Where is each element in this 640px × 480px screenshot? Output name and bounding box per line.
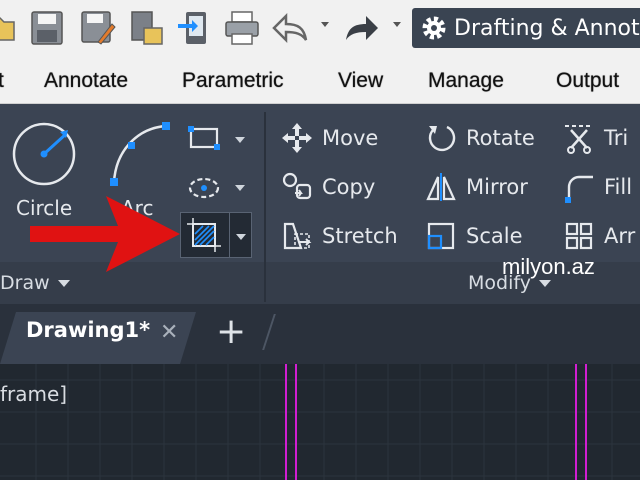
rectangle-icon <box>188 126 220 150</box>
ellipse-tool[interactable] <box>186 168 222 204</box>
circle-icon[interactable] <box>10 120 78 188</box>
array-icon <box>562 219 596 253</box>
scale-label: Scale <box>466 224 523 248</box>
move-icon <box>280 121 314 155</box>
draw-panel-footer[interactable]: Draw <box>0 272 70 294</box>
gear-icon <box>422 16 446 40</box>
rectangle-dropdown-icon[interactable] <box>235 137 245 143</box>
copy-icon <box>280 170 314 204</box>
ellipse-icon <box>188 177 220 199</box>
fillet-button[interactable]: Fill <box>562 167 632 207</box>
copy-button[interactable]: Copy <box>280 167 375 207</box>
rectangle-tool[interactable] <box>186 120 222 156</box>
modify-expand-icon <box>538 280 551 287</box>
watermark: milyon.az <box>502 254 595 279</box>
red-arrow-icon <box>30 196 180 272</box>
hatch-dropdown-icon[interactable] <box>236 234 246 240</box>
arc-icon[interactable] <box>108 120 174 186</box>
tab-annotate[interactable]: Annotate <box>44 69 128 93</box>
new-drawing-icon[interactable]: + <box>216 312 246 352</box>
fillet-label: Fill <box>604 175 633 199</box>
move-label: Move <box>322 126 379 150</box>
redo-icon[interactable] <box>344 10 380 50</box>
close-tab-icon[interactable]: ✕ <box>160 320 178 345</box>
mirror-icon <box>424 170 458 204</box>
draw-panel-label: Draw <box>0 272 50 294</box>
ellipse-dropdown-icon[interactable] <box>235 185 245 191</box>
copy-label: Copy <box>322 175 376 199</box>
trim-label: Tri <box>604 126 629 150</box>
tab-parametric[interactable]: Parametric <box>182 69 284 93</box>
rotate-button[interactable]: Rotate <box>424 118 535 158</box>
draw-expand-icon <box>57 280 70 287</box>
viewport-label[interactable]: frame] <box>0 382 67 406</box>
quick-access-toolbar: Drafting & Annot <box>0 0 640 56</box>
tab-manage[interactable]: Manage <box>428 69 504 93</box>
scale-button[interactable]: Scale <box>424 216 523 256</box>
undo-icon[interactable] <box>272 10 308 50</box>
hatch-icon <box>187 218 221 252</box>
mirror-label: Mirror <box>466 175 528 199</box>
import-icon[interactable] <box>178 10 212 50</box>
drawing-canvas[interactable] <box>0 364 640 480</box>
workspace-switcher[interactable]: Drafting & Annot <box>412 8 640 48</box>
save-as-icon[interactable] <box>80 10 116 50</box>
canvas-grid <box>0 364 640 480</box>
trim-icon <box>562 121 596 155</box>
move-button[interactable]: Move <box>280 118 378 158</box>
tab-output[interactable]: Output <box>556 69 619 93</box>
rotate-icon <box>424 121 458 155</box>
redo-dropdown-icon[interactable] <box>393 22 401 27</box>
publish-icon[interactable] <box>130 10 164 50</box>
scale-icon <box>424 219 458 253</box>
stretch-button[interactable]: Stretch <box>280 216 398 256</box>
tab-partial[interactable]: t <box>0 69 4 93</box>
array-label: Arr <box>604 224 636 248</box>
panel-divider <box>264 112 266 302</box>
plot-icon[interactable] <box>224 10 260 50</box>
fillet-icon <box>562 170 596 204</box>
hatch-split-divider <box>229 212 230 258</box>
tab-view[interactable]: View <box>338 69 383 93</box>
undo-dropdown-icon[interactable] <box>321 22 329 27</box>
document-tab-label[interactable]: Drawing1* <box>26 318 150 342</box>
mirror-button[interactable]: Mirror <box>424 167 528 207</box>
trim-button[interactable]: Tri <box>562 118 628 158</box>
rotate-label: Rotate <box>466 126 535 150</box>
workspace-label: Drafting & Annot <box>454 15 640 41</box>
stretch-icon <box>280 219 314 253</box>
hatch-tool[interactable] <box>186 217 222 253</box>
save-icon[interactable] <box>30 10 64 50</box>
stretch-label: Stretch <box>322 224 398 248</box>
open-folder-icon[interactable] <box>0 10 16 48</box>
ribbon-tab-bar: t Annotate Parametric View Manage Output <box>0 56 640 104</box>
array-button[interactable]: Arr <box>562 216 635 256</box>
